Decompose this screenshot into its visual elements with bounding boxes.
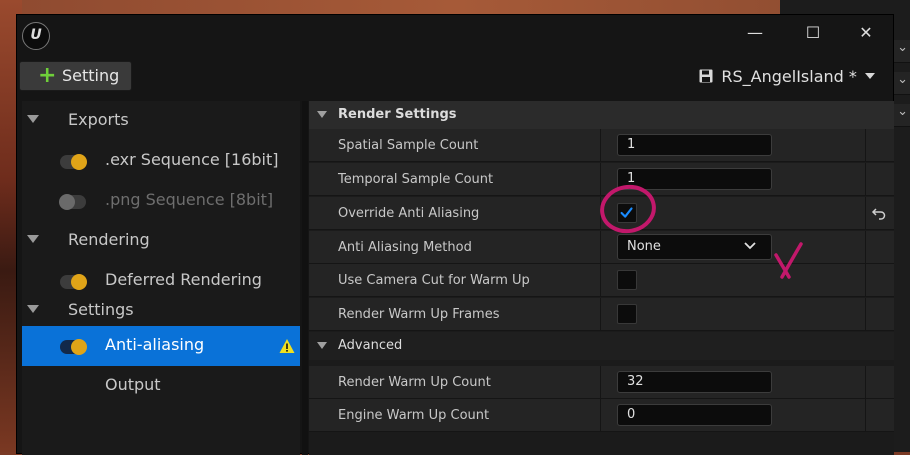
prop-temporal-sample-count: Temporal Sample Count 1	[309, 163, 894, 196]
prop-label: Use Camera Cut for Warm Up	[338, 273, 530, 288]
chevron-down-icon	[865, 73, 875, 79]
prop-label: Override Anti Aliasing	[338, 206, 480, 221]
collapse-arrow-icon[interactable]	[27, 115, 39, 123]
add-setting-button[interactable]: + Setting	[19, 61, 132, 91]
prop-engine-warm-up-count: Engine Warm Up Count 0	[309, 399, 894, 432]
details-panel: Render Settings Spatial Sample Count 1 T…	[309, 101, 894, 455]
tree-item-exr-sequence[interactable]: .exr Sequence [16bit]	[22, 141, 300, 181]
tree-item-output[interactable]: Output	[22, 366, 300, 406]
tree-item-label: Output	[105, 375, 161, 394]
dropdown-value: None	[627, 239, 661, 254]
warning-icon	[279, 339, 295, 353]
movie-render-config-window: U — ☐ ✕ + Setting RS_AngelIsland * Expor…	[16, 14, 894, 455]
panel-splitter[interactable]	[302, 101, 308, 455]
checkmark-icon	[620, 207, 633, 218]
tree-item-label: Deferred Rendering	[105, 270, 262, 289]
chevron-down-icon	[744, 242, 756, 250]
section-advanced[interactable]: Advanced	[309, 332, 894, 360]
collapse-arrow-icon[interactable]	[27, 305, 39, 313]
chevron-down-icon: ⌄	[897, 40, 908, 55]
prop-label: Temporal Sample Count	[338, 172, 494, 187]
prop-anti-aliasing-method: Anti Aliasing Method None	[309, 231, 894, 264]
save-disk-icon	[699, 69, 713, 82]
enable-toggle[interactable]	[60, 154, 87, 170]
tree-item-label: Anti-aliasing	[105, 335, 205, 354]
render-warm-up-count-input[interactable]: 32	[617, 371, 772, 393]
close-button[interactable]: ✕	[846, 19, 886, 47]
prop-label: Engine Warm Up Count	[338, 408, 490, 423]
tree-category-label: Settings	[68, 300, 134, 319]
use-camera-cut-checkbox[interactable]	[617, 270, 637, 290]
tree-item-label: .exr Sequence [16bit]	[105, 150, 279, 169]
tree-item-label: .png Sequence [8bit]	[105, 190, 274, 209]
enable-toggle[interactable]	[59, 194, 86, 210]
preset-dropdown[interactable]: RS_AngelIsland *	[699, 65, 875, 89]
collapse-arrow-icon[interactable]	[317, 111, 327, 118]
add-setting-label: Setting	[62, 66, 120, 85]
spatial-sample-count-input[interactable]: 1	[617, 134, 772, 156]
collapse-arrow-icon[interactable]	[27, 235, 39, 243]
chevron-down-icon: ⌄	[897, 72, 908, 87]
toolbar: + Setting RS_AngelIsland *	[17, 55, 893, 99]
tree-category-label: Rendering	[68, 230, 150, 249]
prop-label: Spatial Sample Count	[338, 138, 479, 153]
settings-tree-panel: Exports .exr Sequence [16bit] .png Seque…	[22, 101, 300, 455]
tree-category-label: Exports	[68, 110, 129, 129]
tree-category-exports[interactable]: Exports	[22, 101, 300, 141]
render-warm-up-frames-checkbox[interactable]	[617, 304, 637, 324]
maximize-button[interactable]: ☐	[793, 19, 833, 47]
override-anti-aliasing-checkbox[interactable]	[617, 203, 637, 223]
prop-label: Render Warm Up Count	[338, 375, 491, 390]
tree-item-anti-aliasing[interactable]: Anti-aliasing	[22, 326, 300, 366]
section-title: Render Settings	[338, 107, 457, 122]
reset-to-default-icon[interactable]	[871, 205, 887, 221]
prop-render-warm-up-count: Render Warm Up Count 32	[309, 366, 894, 399]
title-bar: U — ☐ ✕	[17, 15, 893, 55]
prop-label: Anti Aliasing Method	[338, 240, 472, 255]
prop-render-warm-up-frames: Render Warm Up Frames	[309, 298, 894, 331]
anti-aliasing-method-dropdown[interactable]: None	[617, 234, 772, 260]
prop-label: Render Warm Up Frames	[338, 307, 500, 322]
section-title: Advanced	[338, 338, 403, 353]
tree-item-png-sequence[interactable]: .png Sequence [8bit]	[22, 181, 300, 221]
prop-use-camera-cut: Use Camera Cut for Warm Up	[309, 264, 894, 297]
section-render-settings[interactable]: Render Settings	[309, 101, 894, 129]
tree-category-rendering[interactable]: Rendering	[22, 221, 300, 261]
minimize-button[interactable]: —	[735, 19, 775, 47]
plus-icon: +	[38, 63, 57, 88]
engine-warm-up-count-input[interactable]: 0	[617, 404, 772, 426]
enable-toggle[interactable]	[60, 274, 87, 290]
prop-spatial-sample-count: Spatial Sample Count 1	[309, 129, 894, 162]
chevron-down-icon: ⌄	[897, 104, 908, 119]
temporal-sample-count-input[interactable]: 1	[617, 168, 772, 190]
prop-override-anti-aliasing: Override Anti Aliasing	[309, 197, 894, 230]
collapse-arrow-icon[interactable]	[317, 342, 327, 349]
preset-name: RS_AngelIsland *	[721, 67, 857, 86]
enable-toggle[interactable]	[60, 339, 87, 355]
tree-category-settings[interactable]: Settings	[22, 291, 300, 331]
unreal-logo-icon: U	[22, 22, 50, 50]
